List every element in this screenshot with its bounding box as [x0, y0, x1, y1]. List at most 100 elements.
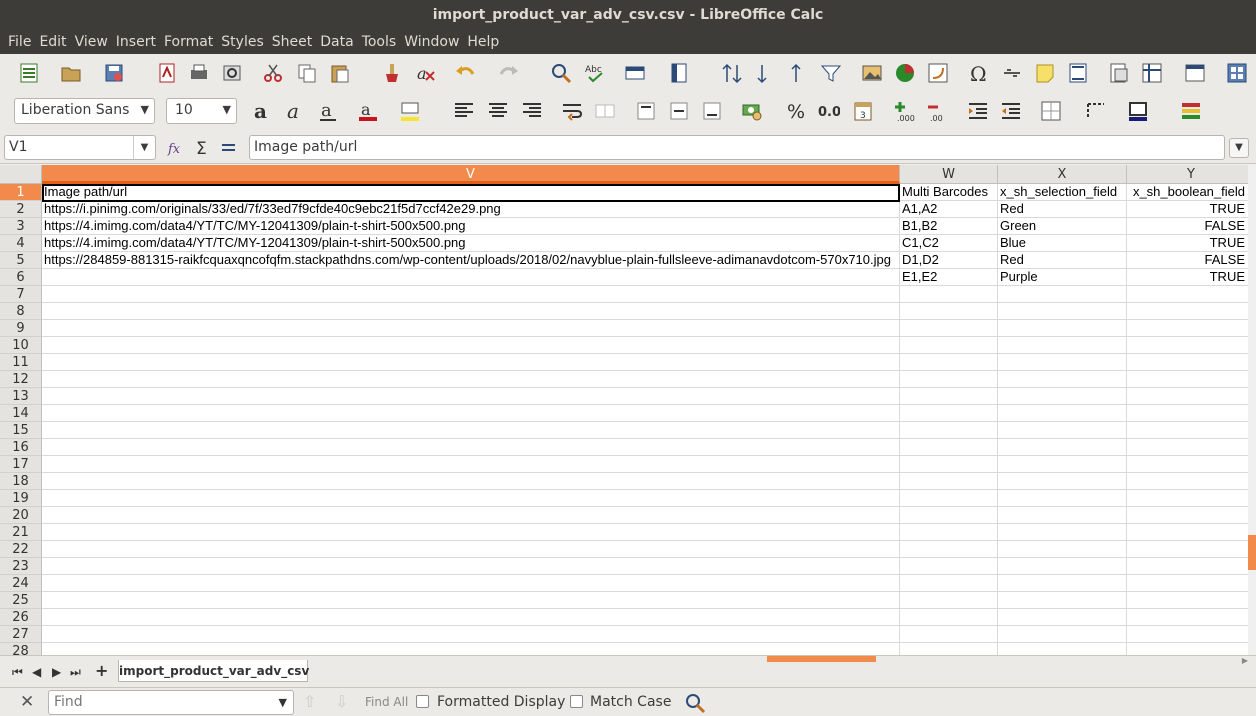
cell[interactable] [998, 439, 1127, 456]
cell[interactable] [42, 575, 900, 592]
font-color-icon[interactable]: a [357, 100, 379, 122]
cell[interactable]: Green [998, 218, 1127, 235]
cell[interactable] [900, 405, 998, 422]
cell[interactable] [900, 507, 998, 524]
cell[interactable]: TRUE [1127, 201, 1256, 218]
cell[interactable] [900, 575, 998, 592]
cell[interactable] [998, 507, 1127, 524]
cell[interactable]: https://4.imimg.com/data4/YT/TC/MY-12041… [42, 218, 900, 235]
cell[interactable] [900, 592, 998, 609]
cell[interactable] [1127, 490, 1256, 507]
cell[interactable] [1127, 575, 1256, 592]
cell[interactable] [1127, 558, 1256, 575]
row-header[interactable]: 1 [0, 184, 42, 201]
row-header[interactable]: 25 [0, 592, 42, 609]
cell[interactable]: FALSE [1127, 218, 1256, 235]
define-print-area-icon[interactable] [1108, 62, 1130, 84]
bold-icon[interactable]: a [251, 100, 273, 122]
cell[interactable] [1127, 422, 1256, 439]
menu-tools[interactable]: Tools [358, 30, 401, 54]
cell[interactable] [900, 609, 998, 626]
cell[interactable] [998, 337, 1127, 354]
menu-window[interactable]: Window [400, 30, 463, 54]
cell[interactable]: TRUE [1127, 269, 1256, 286]
row-header[interactable]: 20 [0, 507, 42, 524]
cell[interactable] [900, 473, 998, 490]
row-header[interactable]: 14 [0, 405, 42, 422]
wrap-text-icon[interactable] [561, 100, 583, 122]
chevron-down-icon[interactable]: ▼ [279, 691, 287, 714]
match-case-checkbox[interactable] [570, 695, 583, 708]
cell[interactable]: D1,D2 [900, 252, 998, 269]
merge-cells-icon[interactable] [594, 100, 616, 122]
menu-view[interactable]: View [71, 30, 112, 54]
row-header[interactable]: 17 [0, 456, 42, 473]
sort-icon[interactable] [721, 62, 743, 84]
spelling-icon[interactable]: Abc [584, 62, 606, 84]
new-document-icon[interactable] [18, 62, 40, 84]
find-replace-icon[interactable] [550, 62, 572, 84]
cell[interactable] [998, 643, 1127, 655]
row-icon[interactable] [624, 62, 646, 84]
cell[interactable] [42, 592, 900, 609]
cell[interactable] [900, 643, 998, 655]
menu-sheet[interactable]: Sheet [268, 30, 316, 54]
cell[interactable] [1127, 303, 1256, 320]
font-name-box[interactable]: Liberation Sans ▼ [14, 98, 155, 124]
cell[interactable] [42, 269, 900, 286]
conditional-format-icon[interactable] [1180, 100, 1202, 122]
cut-icon[interactable] [262, 62, 284, 84]
cell[interactable] [42, 609, 900, 626]
cell[interactable] [998, 609, 1127, 626]
cell[interactable] [1127, 286, 1256, 303]
cell[interactable] [1127, 320, 1256, 337]
autofilter-icon[interactable] [820, 62, 842, 84]
cell[interactable]: x_sh_selection_field [998, 184, 1127, 201]
number-format-icon[interactable]: 0.0 [818, 100, 840, 122]
cell[interactable] [998, 575, 1127, 592]
cell[interactable]: Red [998, 201, 1127, 218]
formula-input[interactable]: Image path/url [249, 135, 1225, 160]
cell[interactable] [1127, 643, 1256, 655]
cell[interactable] [1127, 473, 1256, 490]
border-color-icon[interactable] [1127, 100, 1149, 122]
insert-chart-icon[interactable] [894, 62, 916, 84]
align-top-icon[interactable] [635, 100, 657, 122]
cell[interactable] [42, 354, 900, 371]
cell[interactable]: FALSE [1127, 252, 1256, 269]
add-decimal-place-icon[interactable]: .000 [893, 100, 915, 122]
center-vertically-icon[interactable] [668, 100, 690, 122]
row-header[interactable]: 12 [0, 371, 42, 388]
find-input[interactable]: Find ▼ [48, 690, 294, 715]
copy-icon[interactable] [296, 62, 318, 84]
italic-icon[interactable]: a [284, 100, 306, 122]
cell[interactable] [998, 456, 1127, 473]
save-icon[interactable] [103, 62, 125, 84]
cell[interactable]: https://4.imimg.com/data4/YT/TC/MY-12041… [42, 235, 900, 252]
name-box[interactable]: V1 ▼ [4, 135, 156, 160]
cell[interactable] [1127, 388, 1256, 405]
formula-icon[interactable] [219, 138, 239, 158]
redo-icon[interactable] [498, 62, 520, 84]
comment-icon[interactable] [1034, 62, 1056, 84]
cell[interactable] [998, 490, 1127, 507]
cell[interactable] [42, 507, 900, 524]
cell[interactable]: A1,A2 [900, 201, 998, 218]
column-header-y[interactable]: Y [1127, 165, 1256, 184]
find-previous-icon[interactable]: ⇧ [303, 692, 316, 711]
row-header[interactable]: 2 [0, 201, 42, 218]
menu-help[interactable]: Help [463, 30, 503, 54]
cell[interactable] [42, 422, 900, 439]
cell[interactable]: C1,C2 [900, 235, 998, 252]
insert-image-icon[interactable] [861, 62, 883, 84]
cell[interactable] [1127, 626, 1256, 643]
font-size-box[interactable]: 10 ▼ [166, 98, 237, 124]
menu-insert[interactable]: Insert [112, 30, 160, 54]
cell[interactable] [998, 473, 1127, 490]
row-header[interactable]: 15 [0, 422, 42, 439]
row-header[interactable]: 8 [0, 303, 42, 320]
cell[interactable] [1127, 541, 1256, 558]
menu-format[interactable]: Format [160, 30, 217, 54]
borders-icon[interactable] [1040, 100, 1062, 122]
first-sheet-icon[interactable]: ⏮ [12, 665, 23, 680]
